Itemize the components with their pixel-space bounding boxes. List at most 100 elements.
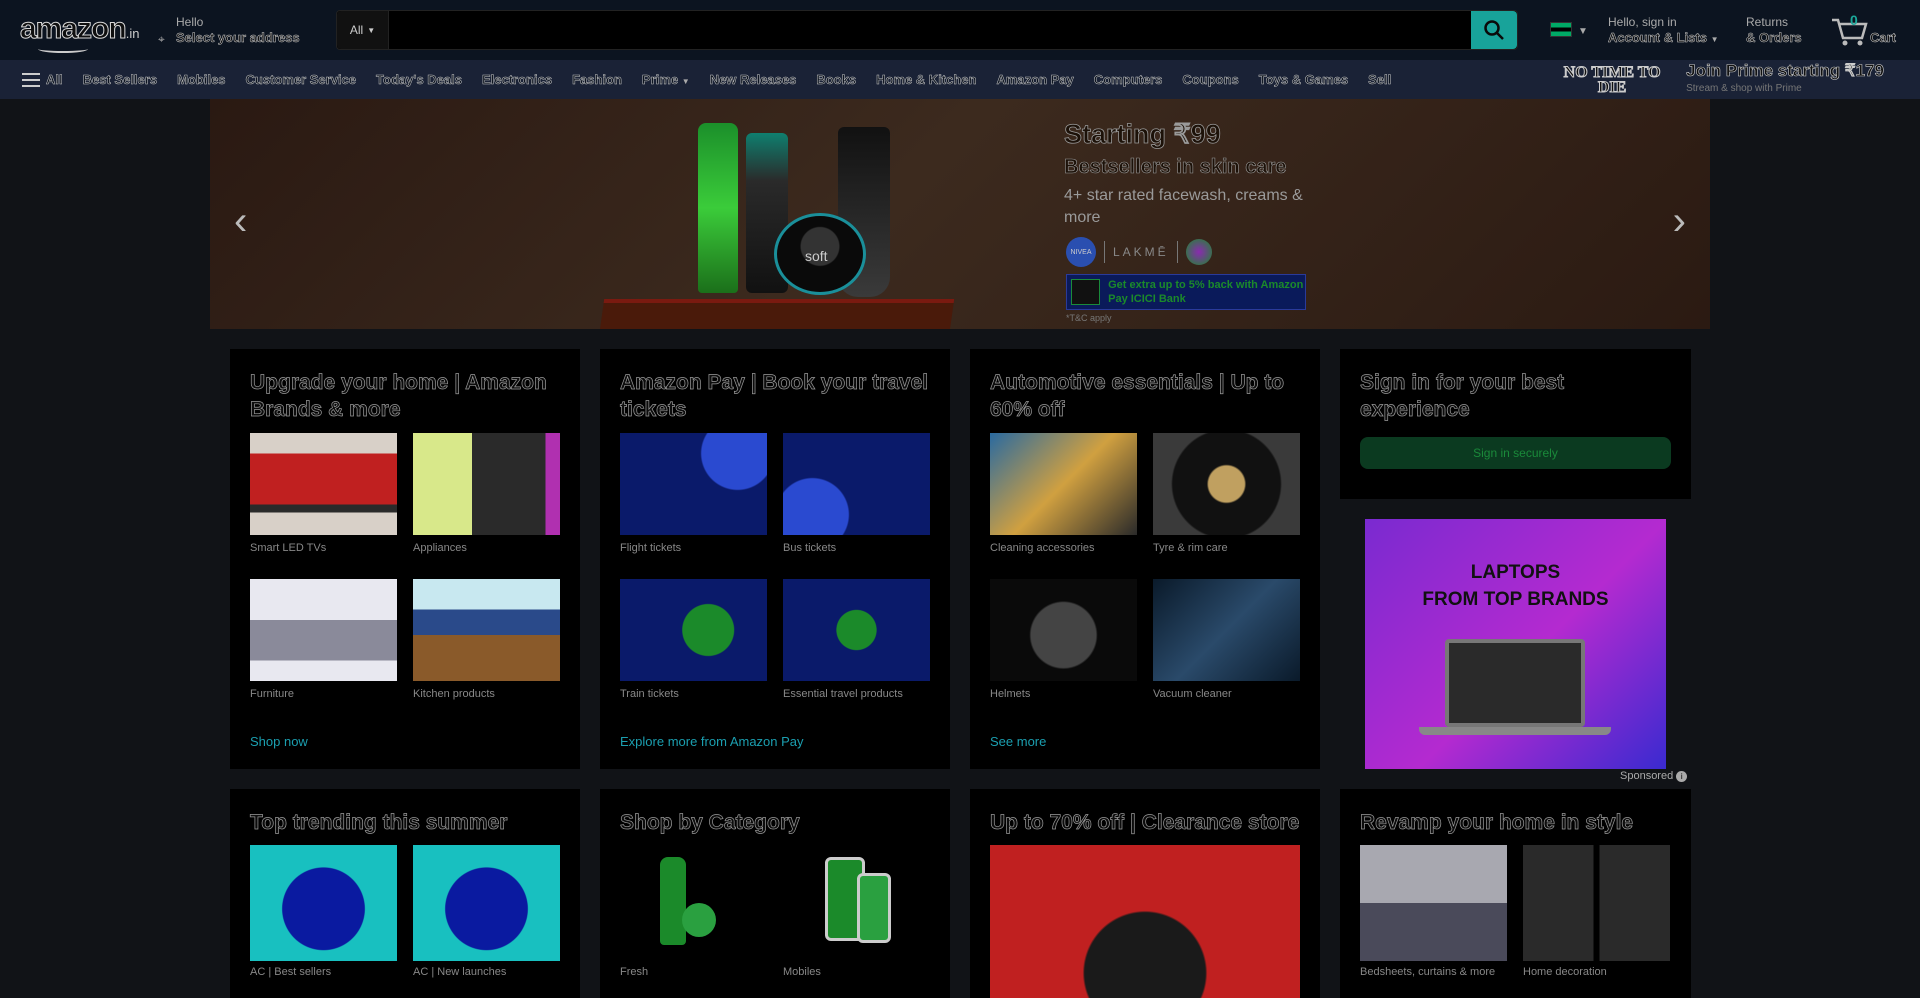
india-flag-icon[interactable] (1550, 22, 1572, 37)
hamburger-menu-icon (22, 72, 40, 87)
tile-caption: Helmets (990, 688, 1031, 700)
card-automotive: Automotive essentials | Up to 60% off Cl… (970, 349, 1320, 769)
laptops-ad-banner[interactable]: LAPTOPS FROM TOP BRANDS (1365, 519, 1666, 769)
search-icon (1484, 20, 1504, 40)
tile-image (1153, 433, 1300, 535)
tile-tyre-rim-care[interactable]: Tyre & rim care (1153, 433, 1300, 579)
tile-image (1360, 845, 1507, 961)
returns-and-orders[interactable]: Returns & Orders (1746, 14, 1802, 46)
account-greeting: Hello, sign in (1608, 15, 1677, 29)
nav-sell[interactable]: Sell (1358, 65, 1401, 95)
search-input[interactable] (389, 11, 1471, 49)
tile-helmets[interactable]: Helmets (990, 579, 1137, 725)
tile-caption: Bus tickets (783, 542, 837, 554)
tile-vacuum-cleaner[interactable]: Vacuum cleaner (1153, 579, 1300, 725)
nav-home-kitchen[interactable]: Home & Kitchen (866, 65, 986, 95)
signin-title: Sign in for your best experience (1360, 371, 1565, 422)
tile-flight-tickets[interactable]: Flight tickets (620, 433, 767, 579)
chevron-down-icon: ▼ (1710, 35, 1719, 44)
tile-image (250, 579, 397, 681)
card-upgrade-home: Upgrade your home | Amazon Brands & more… (230, 349, 580, 769)
card-amazon-pay-travel: Amazon Pay | Book your travel tickets Fl… (600, 349, 950, 769)
ad-text: LAPTOPS FROM TOP BRANDS (1365, 559, 1666, 613)
card-top-trending: Top trending this summer AC | Best selle… (230, 789, 580, 998)
chevron-down-icon: ▼ (681, 76, 690, 86)
signin-securely-button[interactable]: Sign in securely (1360, 437, 1671, 469)
amazon-logo[interactable]: amazon.in (20, 12, 139, 53)
carousel-next-arrow-icon[interactable]: › (1673, 199, 1686, 244)
clearance-banner-image[interactable] (990, 845, 1300, 998)
nav-fashion[interactable]: Fashion (562, 65, 632, 95)
nav-todays-deals[interactable]: Today's Deals (366, 65, 472, 95)
tile-bus-tickets[interactable]: Bus tickets (783, 433, 930, 579)
tile-furniture[interactable]: Furniture (250, 579, 397, 725)
nav-computers[interactable]: Computers (1084, 65, 1173, 95)
tile-caption: Flight tickets (620, 542, 682, 554)
tile-caption: Furniture (250, 688, 295, 700)
hero-headline: Starting ₹99 (1064, 119, 1222, 150)
cart-icon (1832, 18, 1868, 46)
nav-coupons[interactable]: Coupons (1172, 65, 1248, 95)
info-icon: i (1676, 771, 1688, 782)
card-shop-by-category: Shop by Category Fresh Mobiles (600, 789, 950, 998)
top-navbar: amazon.in ⌖ Hello Select your address Al… (0, 0, 1920, 60)
search-category-dropdown[interactable]: All ▼ (337, 11, 389, 49)
sponsored-label[interactable]: Sponsored i (1620, 770, 1688, 782)
tile-caption: Mobiles (783, 966, 821, 978)
tile-caption: Cleaning accessories (990, 542, 1095, 554)
prime-promo-banner[interactable]: NO TIME TO DIE Join Prime starting ₹179 … (1552, 60, 1884, 99)
tile-cleaning-accessories[interactable]: Cleaning accessories (990, 433, 1137, 579)
shop-now-link[interactable]: Shop now (250, 734, 308, 749)
nav-amazon-pay[interactable]: Amazon Pay (986, 65, 1083, 95)
tile-home-decoration[interactable]: Home decoration (1523, 845, 1670, 979)
nav-all-menu[interactable]: All (0, 65, 73, 95)
nav-books[interactable]: Books (806, 65, 866, 95)
bus-icon (783, 433, 930, 535)
nav-mobiles[interactable]: Mobiles (167, 65, 235, 95)
card-title: Amazon Pay | Book your travel tickets (620, 371, 929, 422)
returns-label: Returns (1746, 15, 1789, 29)
tile-appliances[interactable]: Appliances (413, 433, 560, 579)
account-and-lists[interactable]: Hello, sign in Account & Lists ▼ (1608, 14, 1719, 48)
cart-button[interactable]: 0 Cart (1830, 12, 1910, 48)
nav-prime[interactable]: Prime ▼ (632, 65, 700, 95)
account-lists-label: Account & Lists (1608, 30, 1707, 46)
nav-toys-games[interactable]: Toys & Games (1249, 65, 1358, 95)
explore-amazon-pay-link[interactable]: Explore more from Amazon Pay (620, 734, 804, 749)
brand-logo-icon (1185, 239, 1212, 265)
tile-caption: Train tickets (620, 688, 679, 700)
nav-electronics[interactable]: Electronics (472, 65, 562, 95)
see-more-link[interactable]: See more (990, 734, 1046, 749)
secondary-navbar: All Best Sellers Mobiles Customer Servic… (0, 60, 1920, 99)
tile-kitchen[interactable]: Kitchen products (413, 579, 560, 725)
tile-smart-tvs[interactable]: Smart LED TVs (250, 433, 397, 579)
card-title: Automotive essentials | Up to 60% off (990, 371, 1285, 422)
movie-title-logo: NO TIME TO DIE (1563, 63, 1661, 96)
chevron-down-icon[interactable]: ▼ (1578, 26, 1588, 37)
tile-bedsheets[interactable]: Bedsheets, curtains & more (1360, 845, 1507, 979)
hero-carousel[interactable]: ‹ › soft Starting ₹99 Bestsellers in ski… (210, 99, 1710, 329)
ad-text-line2: FROM TOP BRANDS (1422, 589, 1609, 610)
tile-fresh[interactable]: Fresh (620, 845, 767, 979)
tile-ac-new-launches[interactable]: AC | New launches (413, 845, 560, 979)
nav-best-sellers[interactable]: Best Sellers (73, 65, 167, 95)
nav-new-releases[interactable]: New Releases (700, 65, 807, 95)
card-title: Revamp your home in style (1360, 811, 1634, 835)
tile-image (250, 433, 397, 535)
laptop-image (1419, 639, 1611, 735)
tile-caption: Smart LED TVs (250, 542, 327, 554)
nav-customer-service[interactable]: Customer Service (235, 65, 366, 95)
deliver-to-address[interactable]: ⌖ Hello Select your address (158, 14, 300, 46)
signin-card: Sign in for your best experience Sign in… (1340, 349, 1691, 499)
search-button[interactable] (1471, 11, 1517, 49)
carousel-prev-arrow-icon[interactable]: ‹ (234, 199, 247, 244)
tile-image (990, 579, 1137, 681)
terms-text: *T&C apply (1066, 313, 1112, 323)
tile-travel-products[interactable]: Essential travel products (783, 579, 930, 725)
tile-mobiles[interactable]: Mobiles (783, 845, 930, 979)
nav-all-label: All (46, 71, 63, 87)
location-pin-icon: ⌖ (158, 32, 165, 46)
tile-ac-best-sellers[interactable]: AC | Best sellers (250, 845, 397, 979)
ad-text-line1: LAPTOPS (1470, 562, 1561, 583)
tile-train-tickets[interactable]: Train tickets (620, 579, 767, 725)
